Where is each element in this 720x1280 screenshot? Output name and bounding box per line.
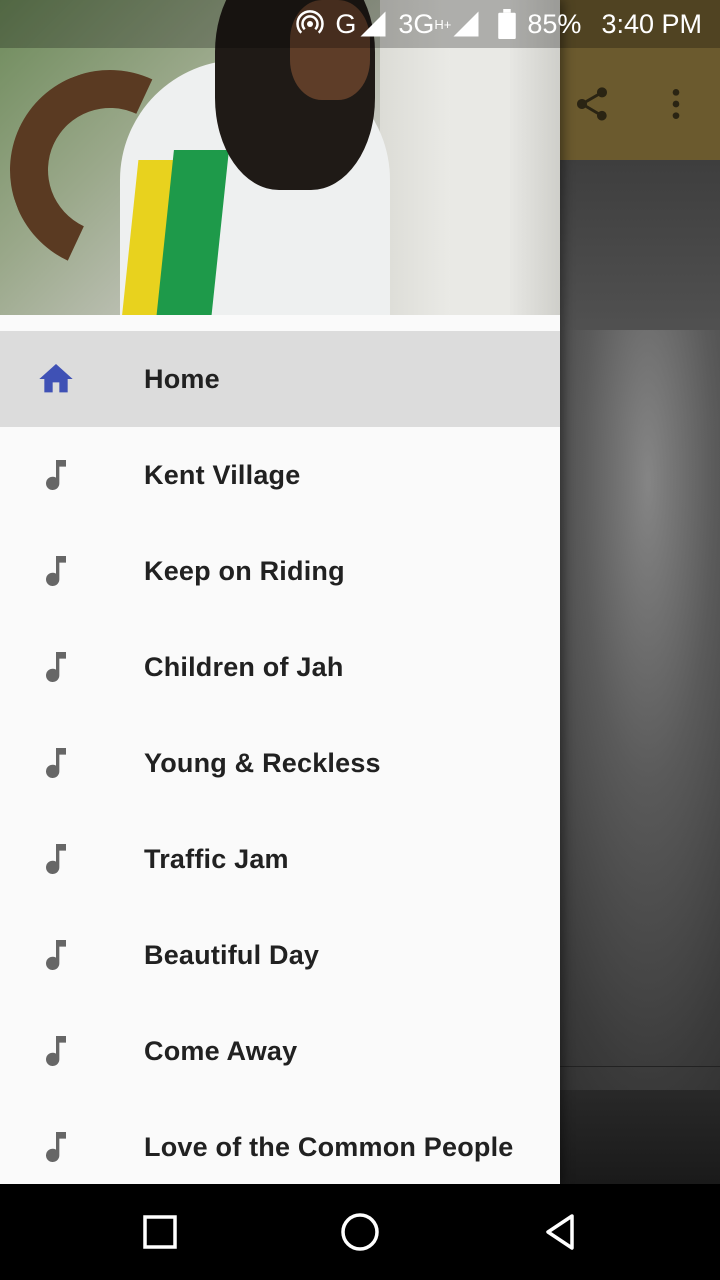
music-note-icon	[36, 455, 76, 495]
battery-icon	[497, 9, 517, 39]
system-navigation-bar	[0, 1184, 720, 1280]
more-vert-icon[interactable]	[654, 82, 698, 126]
drawer-item-beautiful-day[interactable]: Beautiful Day	[0, 907, 560, 1003]
music-note-icon	[36, 935, 76, 975]
music-note-icon	[36, 647, 76, 687]
network-type-2-label: 3G H+	[398, 8, 452, 39]
music-note-icon	[36, 839, 76, 879]
recent-apps-icon[interactable]	[136, 1208, 184, 1256]
back-icon[interactable]	[536, 1208, 584, 1256]
drawer-item-label: Kent Village	[144, 459, 301, 490]
music-note-icon	[36, 743, 76, 783]
home-icon	[36, 359, 76, 399]
home-circle-icon[interactable]	[336, 1208, 384, 1256]
drawer-item-home[interactable]: Home	[0, 331, 560, 427]
music-note-icon	[36, 1031, 76, 1071]
drawer-menu: Home Kent Village Keep on Riding Childre…	[0, 331, 560, 1184]
drawer-item-label: Come Away	[144, 1035, 298, 1066]
drawer-item-traffic-jam[interactable]: Traffic Jam	[0, 811, 560, 907]
signal-icon	[358, 9, 388, 39]
navigation-drawer: Home Kent Village Keep on Riding Childre…	[0, 0, 560, 1184]
drawer-item-kent-village[interactable]: Kent Village	[0, 427, 560, 523]
drawer-item-love-of-the-common-people[interactable]: Love of the Common People	[0, 1099, 560, 1184]
status-bar: G 3G H+ 85% 3:40 PM	[0, 0, 720, 48]
background-photo	[560, 330, 720, 1090]
drawer-item-keep-on-riding[interactable]: Keep on Riding	[0, 523, 560, 619]
signal-2-icon	[451, 9, 481, 39]
hotspot-icon	[295, 9, 325, 39]
battery-percent: 85%	[527, 8, 582, 39]
drawer-item-come-away[interactable]: Come Away	[0, 1003, 560, 1099]
music-note-icon	[36, 551, 76, 591]
divider	[560, 1066, 720, 1067]
drawer-item-children-of-jah[interactable]: Children of Jah	[0, 619, 560, 715]
drawer-item-label: Beautiful Day	[144, 939, 320, 970]
drawer-item-label: Children of Jah	[144, 651, 344, 682]
network-type-label: G	[335, 8, 357, 39]
drawer-item-label: Traffic Jam	[144, 843, 289, 874]
drawer-item-label: Love of the Common People	[144, 1131, 514, 1162]
drawer-item-label: Home	[144, 363, 220, 394]
drawer-item-young-reckless[interactable]: Young & Reckless	[0, 715, 560, 811]
network-hplus-label: H+	[434, 16, 452, 32]
drawer-item-label: Young & Reckless	[144, 747, 381, 778]
drawer-item-label: Keep on Riding	[144, 555, 345, 586]
music-note-icon	[36, 1127, 76, 1167]
share-icon[interactable]	[570, 82, 614, 126]
clock: 3:40 PM	[601, 8, 702, 39]
